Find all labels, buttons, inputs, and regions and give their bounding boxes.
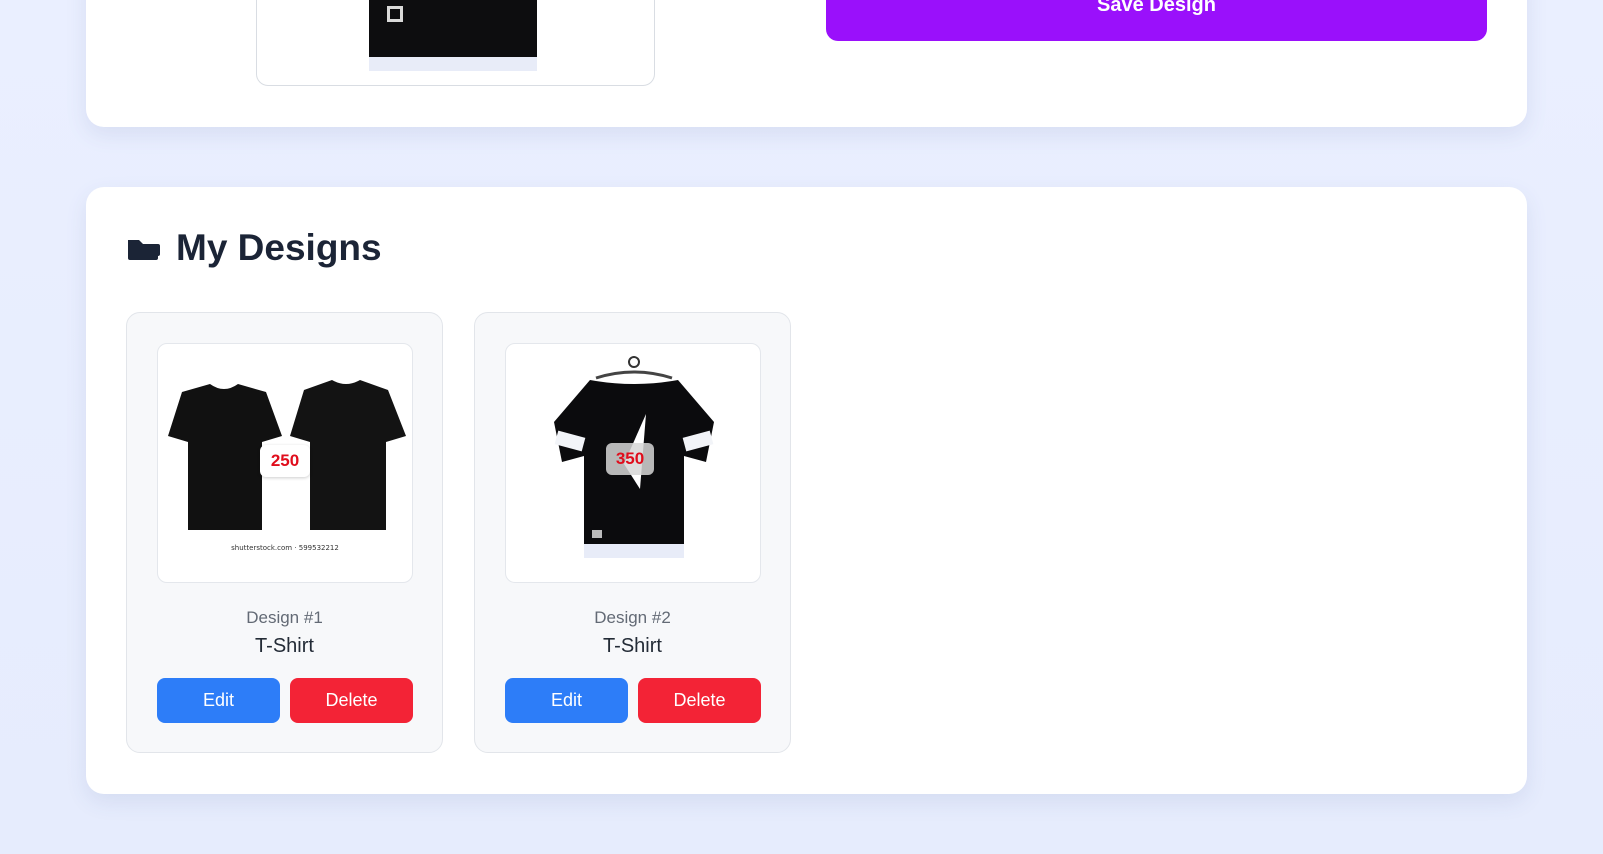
design-preview <box>256 0 655 86</box>
my-designs-section: My Designs 250 shutterstock.com · 599532… <box>86 187 1527 794</box>
design-card: 350 Design #2 T-Shirt Edit Delete <box>474 312 791 753</box>
delete-button[interactable]: Delete <box>290 678 413 723</box>
section-header: My Designs <box>126 227 382 269</box>
section-title: My Designs <box>176 227 382 268</box>
price-tag: 350 <box>606 443 654 475</box>
customizer-card: Save Design <box>86 0 1527 127</box>
price-tag: 250 <box>260 445 310 477</box>
delete-button[interactable]: Delete <box>638 678 761 723</box>
design-thumbnail[interactable]: 250 shutterstock.com · 599532212 <box>157 343 413 583</box>
design-card: 250 shutterstock.com · 599532212 Design … <box>126 312 443 753</box>
design-type: T-Shirt <box>603 635 662 657</box>
design-type: T-Shirt <box>255 635 314 657</box>
tshirt-preview-image <box>369 0 537 71</box>
edit-button[interactable]: Edit <box>505 678 628 723</box>
edit-button[interactable]: Edit <box>157 678 280 723</box>
folder-icon <box>128 240 160 260</box>
design-number: Design #1 <box>246 608 323 627</box>
save-design-button[interactable]: Save Design <box>826 0 1487 41</box>
design-thumbnail[interactable]: 350 <box>505 343 761 583</box>
image-watermark: shutterstock.com · 599532212 <box>231 544 339 552</box>
design-number: Design #2 <box>594 608 671 627</box>
